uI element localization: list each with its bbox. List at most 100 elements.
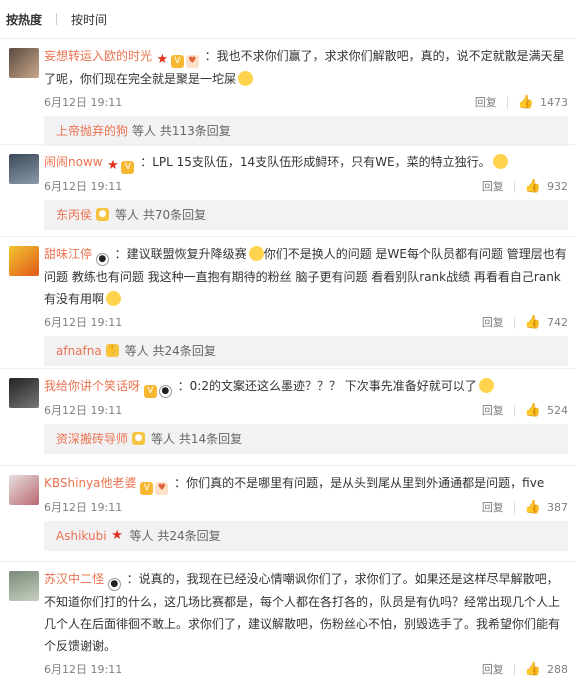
comment-item: 苏汉中二怪 ● ：说真的，我现在已经没心情嘲讽你们了，求你们了。如果还是这样尽早… [0, 562, 576, 692]
panda-icon: ● [107, 577, 121, 591]
sort-by-time-tab[interactable]: 按时间 [71, 11, 107, 28]
comment-text: ：建议联盟恢复升降级赛 [114, 247, 247, 261]
reply-count[interactable]: 等人 共24条回复 [130, 527, 221, 544]
like-button[interactable]: 👍 387 [525, 497, 568, 519]
reply-username[interactable]: 东丙侯 [56, 206, 92, 223]
reply-username[interactable]: 资深搬砖导师 [56, 430, 128, 447]
vip-badge-icon[interactable]: V [140, 481, 154, 495]
comment-text: ：0:2的文案还这么墨迹？？？ 下次事先准备好就可以了 [177, 379, 477, 393]
action-divider [513, 663, 515, 676]
like-button[interactable]: 👍 932 [525, 176, 568, 198]
reply-summary[interactable]: 上帝抛弃的狗 等人 共113条回复 [44, 115, 568, 146]
comment-time: 19:11 [90, 403, 123, 417]
panda-icon: ● [158, 384, 172, 398]
comment-date: 6月12日 [44, 95, 87, 109]
comment-text: ：LPL 15支队伍，14支队伍形成鲟环，只有WE，菜的特立独行。 [140, 155, 491, 169]
thumbs-up-icon: 👍 [524, 314, 541, 330]
thumbs-up-icon: 👍 [524, 178, 541, 194]
emoji-icon [106, 290, 122, 306]
thumbs-up-icon: 👍 [524, 402, 541, 418]
reply-username[interactable]: 上帝抛弃的狗 [56, 122, 128, 139]
sort-bar: 按热度 按时间 [0, 0, 576, 39]
comment-meta: 6月12日 19:11 回复 👍 742 [44, 310, 568, 336]
fan-badge-icon[interactable]: ♥ [185, 54, 199, 68]
reply-button[interactable]: 回复 [482, 312, 504, 334]
like-count: 932 [547, 179, 568, 193]
reply-username[interactable]: afnafna [56, 344, 102, 358]
thumbs-up-icon: 👍 [517, 94, 534, 110]
action-divider [513, 501, 515, 514]
avatar[interactable] [9, 246, 39, 276]
comment-meta: 6月12日 19:11 回复 👍 1473 [44, 90, 568, 116]
comment-time: 19:11 [90, 95, 123, 109]
reply-count[interactable]: 等人 共113条回复 [132, 122, 231, 139]
avatar[interactable] [9, 154, 39, 184]
action-divider [513, 404, 515, 417]
reply-summary[interactable]: Ashikubi ★ 等人 共24条回复 [44, 520, 568, 551]
reply-button[interactable]: 回复 [475, 92, 497, 114]
fan-badge-icon[interactable]: ♥ [155, 481, 169, 495]
reply-summary[interactable]: 资深搬砖导师 ● 等人 共14条回复 [44, 423, 568, 454]
avatar[interactable] [9, 48, 39, 78]
reply-summary[interactable]: 东丙侯 ● 等人 共70条回复 [44, 199, 568, 230]
comment-time: 19:11 [90, 179, 123, 193]
action-divider [513, 316, 515, 329]
like-button[interactable]: 👍 288 [525, 659, 568, 681]
sort-divider [56, 13, 58, 25]
sort-by-hot-tab[interactable]: 按热度 [6, 11, 42, 28]
comment-item: 闹闹noww ★ V ：LPL 15支队伍，14支队伍形成鲟环，只有WE，菜的特立… [0, 145, 576, 237]
comment-date: 6月12日 [44, 500, 87, 514]
star-icon: ★ [156, 51, 169, 67]
hand-icon: ✋ [105, 344, 119, 357]
reply-count[interactable]: 等人 共24条回复 [125, 342, 216, 359]
comment-item: 我给你讲个笑话呀 V ● ：0:2的文案还这么墨迹？？？ 下次事先准备好就可以了 … [0, 369, 576, 466]
like-button[interactable]: 👍 1473 [518, 92, 568, 114]
like-count: 524 [547, 403, 568, 417]
star-icon: ★ [107, 157, 119, 173]
comment-username[interactable]: 苏汉中二怪 [44, 572, 104, 586]
comment-meta: 6月12日 19:11 回复 👍 932 [44, 174, 568, 200]
comment-meta: 6月12日 19:11 回复 👍 524 [44, 398, 568, 424]
star-icon: ★ [111, 528, 123, 543]
comment-item: 甜味江停 ● ：建议联盟恢复升降级赛 你们不是换人的问题 是WE每个队员都有问题 … [0, 237, 576, 369]
avatar[interactable] [9, 475, 39, 505]
thumbs-up-icon: 👍 [524, 661, 541, 677]
comment-meta: 6月12日 19:11 回复 👍 288 [44, 657, 568, 683]
like-count: 288 [547, 662, 568, 676]
like-button[interactable]: 👍 742 [525, 312, 568, 334]
comment-username[interactable]: 妄想转运入欧的时光 [44, 49, 152, 63]
vip-badge-icon[interactable]: V [121, 160, 135, 174]
reply-button[interactable]: 回复 [482, 400, 504, 422]
vip-badge-icon[interactable]: V [143, 384, 157, 398]
thumbs-up-icon: 👍 [524, 499, 541, 515]
reply-button[interactable]: 回复 [482, 659, 504, 681]
action-divider [513, 180, 515, 193]
medal-icon: ● [96, 208, 110, 221]
panda-icon: ● [95, 252, 109, 266]
reply-username[interactable]: Ashikubi [56, 529, 107, 543]
comment-username[interactable]: 闹闹noww [44, 155, 103, 169]
comment-date: 6月12日 [44, 179, 87, 193]
comment-meta: 6月12日 19:11 回复 👍 387 [44, 495, 568, 521]
reply-count[interactable]: 等人 共14条回复 [151, 430, 242, 447]
vip-badge-icon[interactable]: V [170, 54, 184, 68]
emoji-icon [492, 154, 508, 169]
comment-time: 19:11 [90, 315, 123, 329]
reply-count[interactable]: 等人 共70条回复 [115, 206, 206, 223]
avatar[interactable] [9, 378, 39, 408]
comment-username[interactable]: 甜味江停 [44, 247, 92, 261]
emoji-icon [238, 70, 254, 86]
reply-summary[interactable]: afnafna ✋ 等人 共24条回复 [44, 335, 568, 366]
like-count: 742 [547, 315, 568, 329]
reply-button[interactable]: 回复 [482, 176, 504, 198]
reply-button[interactable]: 回复 [482, 497, 504, 519]
comment-time: 19:11 [90, 662, 123, 676]
like-button[interactable]: 👍 524 [525, 400, 568, 422]
comment-date: 6月12日 [44, 403, 87, 417]
avatar[interactable] [9, 571, 39, 601]
comment-date: 6月12日 [44, 662, 87, 676]
comment-username[interactable]: KBShinya他老婆 [44, 476, 137, 490]
comment-item: KBShinya他老婆 V ♥ ：你们真的不是哪里有问题，是从头到尾从里到外通通都… [0, 466, 576, 562]
like-count: 387 [547, 500, 568, 514]
comment-username[interactable]: 我给你讲个笑话呀 [44, 379, 140, 393]
